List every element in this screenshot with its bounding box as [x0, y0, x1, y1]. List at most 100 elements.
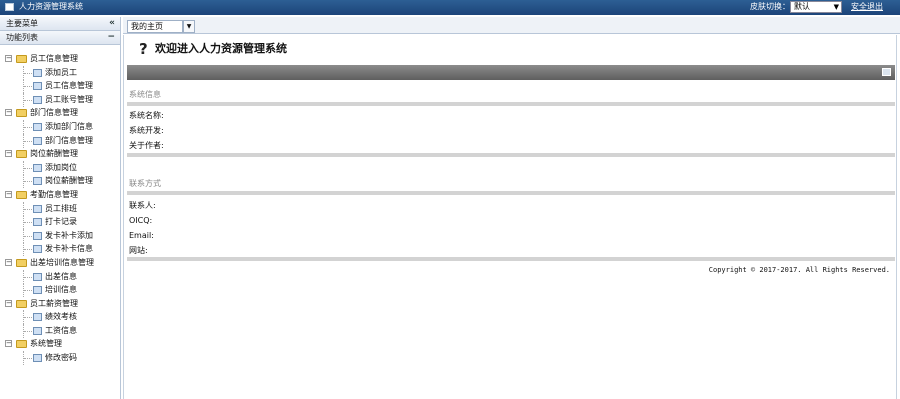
divider: [127, 257, 895, 261]
tree-item[interactable]: 添加员工: [0, 65, 120, 80]
logout-link[interactable]: 安全退出: [851, 2, 883, 12]
system-dev-label: 系统开发:: [129, 126, 164, 135]
tree-item-label: 员工账号管理: [45, 94, 93, 104]
tree-group[interactable]: − 出差培训信息管理: [0, 256, 120, 270]
tree-item[interactable]: 部门信息管理: [0, 133, 120, 148]
skin-select[interactable]: 默认 ▼: [790, 1, 842, 13]
collapse-toggle-icon[interactable]: −: [5, 109, 12, 117]
tree-item[interactable]: 发卡补卡信息: [0, 242, 120, 257]
tree-group[interactable]: − 系统管理: [0, 337, 120, 351]
tree-group[interactable]: − 部门信息管理: [0, 106, 120, 120]
tab-dropdown-icon[interactable]: ▼: [183, 20, 195, 33]
tree-item-label: 员工信息管理: [45, 81, 93, 91]
tree-group[interactable]: − 员工信息管理: [0, 52, 120, 66]
tree-line: [24, 222, 32, 224]
collapse-toggle-icon[interactable]: −: [5, 150, 12, 158]
tree-item[interactable]: 修改密码: [0, 351, 120, 366]
page-icon: [33, 245, 42, 254]
page-icon: [33, 95, 42, 104]
divider: [127, 191, 895, 195]
folder-icon: [16, 150, 27, 159]
tree-item[interactable]: 绩效考核: [0, 310, 120, 325]
tree-item[interactable]: 培训信息: [0, 283, 120, 298]
page-icon: [33, 231, 42, 240]
tree-group-label: 岗位薪酬管理: [30, 149, 78, 159]
tree-item[interactable]: 添加部门信息: [0, 119, 120, 134]
tree-item[interactable]: 工资信息: [0, 323, 120, 338]
collapse-toggle-icon[interactable]: −: [5, 299, 12, 307]
chevron-down-icon: ▼: [833, 3, 839, 11]
folder-icon: [16, 55, 27, 63]
tree-item-label: 修改密码: [45, 353, 77, 363]
minimize-panel-icon[interactable]: −: [107, 31, 115, 44]
tree-line: [24, 290, 32, 292]
page-icon: [33, 326, 42, 335]
tree-group[interactable]: − 员工薪资管理: [0, 297, 120, 311]
email-label: Email:: [129, 231, 154, 240]
tree-item[interactable]: 添加岗位: [0, 160, 120, 175]
tree-item-label: 绩效考核: [45, 312, 77, 322]
tree-item[interactable]: 员工排班: [0, 201, 120, 216]
folder-icon: [16, 109, 27, 118]
folder-icon: [16, 258, 27, 267]
tree-item-label: 岗位薪酬管理: [45, 176, 93, 186]
top-bar: 人力资源管理系统 皮肤切换： 默认 ▼ 安全退出: [0, 0, 900, 15]
tree-item[interactable]: 员工信息管理: [0, 79, 120, 94]
app-window-icon: [5, 3, 14, 11]
divider: [127, 102, 895, 106]
tree-group-label: 部门信息管理: [30, 108, 78, 118]
collapse-sidebar-icon[interactable]: «: [109, 17, 115, 30]
tree-group[interactable]: − 岗位薪酬管理: [0, 147, 120, 161]
page-icon: [33, 204, 42, 213]
welcome-title: 欢迎进入人力资源管理系统: [155, 42, 287, 55]
page-icon: [33, 82, 42, 91]
page-icon: [33, 354, 42, 363]
tree-group-label: 员工薪资管理: [30, 298, 78, 308]
tree-group[interactable]: − 考勤信息管理: [0, 188, 120, 202]
tree-line: [24, 126, 32, 128]
tree-line: [24, 208, 32, 210]
tree-group-label: 出差培训信息管理: [30, 257, 94, 267]
function-list-header: 功能列表 −: [0, 31, 120, 45]
tree-line: [24, 86, 32, 88]
tree-item-label: 添加部门信息: [45, 121, 93, 131]
page-icon: [33, 177, 42, 186]
sidebar: 主要菜单 « 功能列表 − − 员工信息管理 添加员工 员工信息管理 员工账号管理 − 部门…: [0, 17, 121, 399]
tree-line: [24, 72, 32, 74]
tree-item[interactable]: 打卡记录: [0, 215, 120, 230]
tree-line: [24, 140, 32, 142]
function-tree: − 员工信息管理 添加员工 员工信息管理 员工账号管理 − 部门信息管理 添加部门信息 部门信息…: [0, 52, 120, 366]
tree-line: [24, 235, 32, 237]
tree-item[interactable]: 员工账号管理: [0, 92, 120, 107]
tree-item-label: 添加岗位: [45, 162, 77, 172]
collapse-toggle-icon[interactable]: −: [5, 340, 12, 348]
tree-line: [24, 317, 32, 319]
collapse-toggle-icon[interactable]: −: [5, 190, 12, 198]
tree-item[interactable]: 发卡补卡添加: [0, 228, 120, 243]
title-bar-strip: [127, 65, 895, 80]
system-name-label: 系统名称:: [129, 111, 164, 120]
tree-item[interactable]: 出差信息: [0, 269, 120, 284]
tree-item-label: 发卡补卡添加: [45, 230, 93, 240]
collapse-toggle-icon[interactable]: −: [5, 258, 12, 266]
tree-item-label: 打卡记录: [45, 217, 77, 227]
tree-line: [24, 167, 32, 169]
app-title: 人力资源管理系统: [19, 2, 83, 11]
tab-home[interactable]: 我的主页: [127, 20, 183, 33]
page-icon: [33, 313, 42, 322]
tree-item-label: 发卡补卡信息: [45, 244, 93, 254]
function-list-title: 功能列表: [6, 33, 38, 42]
tree-item-label: 培训信息: [45, 285, 77, 295]
page-icon: [33, 68, 42, 77]
window-icon[interactable]: [882, 68, 891, 76]
copyright-text: Copyright © 2017-2017. All Rights Reserv…: [708, 266, 890, 274]
collapse-toggle-icon[interactable]: −: [5, 55, 12, 62]
divider: [127, 153, 895, 157]
system-info-title: 系统信息: [129, 90, 161, 99]
page-icon: [33, 272, 42, 281]
tree-line: [24, 99, 32, 101]
tree-group-label: 系统管理: [30, 339, 62, 349]
tree-item[interactable]: 岗位薪酬管理: [0, 174, 120, 189]
contact-title: 联系方式: [129, 179, 161, 188]
tree-item-label: 员工排班: [45, 203, 77, 213]
